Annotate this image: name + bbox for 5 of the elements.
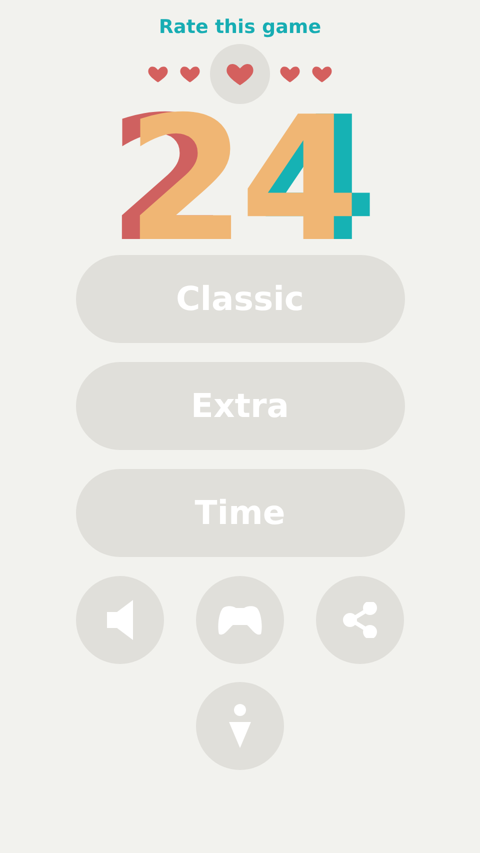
rating-title: Rate this game xyxy=(158,15,322,40)
speaker-icon xyxy=(107,600,133,640)
gamepad-icon xyxy=(217,604,263,636)
share-icon xyxy=(343,602,377,638)
info-icon xyxy=(229,704,251,748)
